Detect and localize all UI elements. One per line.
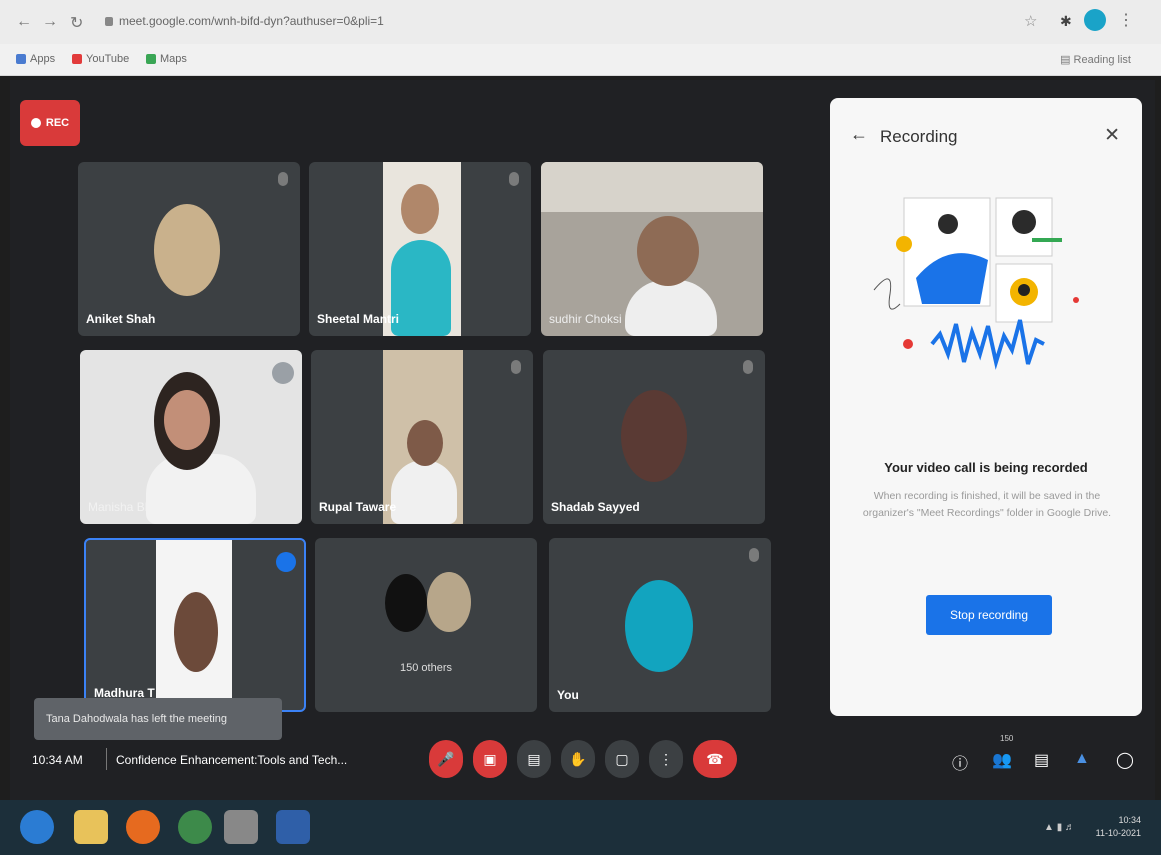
- person: [391, 240, 451, 336]
- url-text: meet.google.com/wnh-bifd-dyn?authuser=0&…: [119, 14, 384, 28]
- clock-time: 10:34 AM: [32, 753, 83, 767]
- word-icon[interactable]: [276, 810, 310, 844]
- profile-icon[interactable]: [1084, 9, 1106, 31]
- meet-bottom-bar: 10:34 AM Confidence Enhancement:Tools an…: [10, 734, 1155, 800]
- divider: [106, 748, 107, 770]
- person: [625, 280, 717, 336]
- avatar: [427, 572, 471, 632]
- recording-heading: Your video call is being recorded: [884, 460, 1088, 475]
- meeting-title[interactable]: Confidence Enhancement:Tools and Tech...: [116, 753, 347, 767]
- self-avatar: [625, 580, 693, 672]
- recording-panel: ← Recording ✕ Your video call is being r…: [830, 98, 1142, 716]
- participant-tile[interactable]: Rupal Taware: [311, 350, 533, 524]
- back-arrow-icon[interactable]: ←: [850, 124, 868, 145]
- activities-icon[interactable]: ▲: [1074, 750, 1090, 768]
- stop-recording-button[interactable]: Stop recording: [926, 595, 1052, 635]
- reload-icon[interactable]: ↻: [70, 13, 83, 33]
- speaker-indicator-icon: [272, 362, 294, 384]
- security-icon[interactable]: ◯: [1116, 750, 1134, 770]
- participant-tile[interactable]: sudhir Choksi: [541, 162, 763, 336]
- participant-name: sudhir Choksi: [549, 312, 622, 326]
- more-options-icon[interactable]: [276, 552, 296, 572]
- menu-icon[interactable]: ⋮: [1118, 10, 1134, 30]
- bookmark-maps[interactable]: Maps: [146, 53, 187, 65]
- more-options-button[interactable]: ⋮: [649, 740, 683, 778]
- raise-hand-button[interactable]: ✋: [561, 740, 595, 778]
- participant-name: Shadab Sayyed: [551, 500, 640, 514]
- mic-muted-icon: [511, 360, 521, 374]
- participant-name: Sheetal Mantri: [317, 312, 400, 326]
- close-icon[interactable]: ✕: [1104, 124, 1120, 147]
- recording-description: When recording is finished, it will be s…: [862, 490, 1112, 519]
- participant-name: Manisha Bhati: [88, 500, 165, 514]
- participant-tile[interactable]: Shadab Sayyed: [543, 350, 765, 524]
- participant-tile[interactable]: 150 others: [315, 538, 537, 712]
- present-button[interactable]: ▢: [605, 740, 639, 778]
- mic-muted-icon: [749, 548, 759, 562]
- avatar: [621, 390, 687, 482]
- person-face: [164, 390, 210, 450]
- mic-muted-icon: [743, 360, 753, 374]
- participant-tile[interactable]: You: [549, 538, 771, 712]
- chrome-active-icon[interactable]: [224, 810, 258, 844]
- person-head: [407, 420, 443, 466]
- bookmarks-bar: Apps YouTube Maps ▤ Reading list: [0, 44, 1161, 76]
- person-head: [637, 216, 699, 286]
- person: [391, 460, 457, 524]
- address-bar[interactable]: meet.google.com/wnh-bifd-dyn?authuser=0&…: [105, 14, 384, 28]
- browser-toolbar: ← → ↻ meet.google.com/wnh-bifd-dyn?authu…: [0, 0, 1161, 44]
- participant-tile[interactable]: Manisha Bhati: [80, 350, 302, 524]
- lock-icon: [105, 17, 113, 27]
- taskbar-clock[interactable]: 10:34 11-10-2021: [1096, 814, 1141, 840]
- people-icon[interactable]: 👥: [992, 750, 1012, 770]
- recording-illustration: [873, 197, 1079, 370]
- participant-tile[interactable]: Sheetal Mantri: [309, 162, 531, 336]
- rec-badge: REC: [20, 100, 80, 146]
- participant-name: You: [557, 688, 579, 702]
- mic-muted-icon: [278, 172, 288, 186]
- participant-tile[interactable]: Aniket Shah: [78, 162, 300, 336]
- file-explorer-icon[interactable]: [74, 810, 108, 844]
- participant-tile[interactable]: Madhura T: [84, 538, 306, 712]
- reading-list[interactable]: ▤ Reading list: [1060, 53, 1131, 66]
- avatar: [385, 574, 427, 632]
- panel-title: Recording: [880, 127, 958, 146]
- extensions-icon[interactable]: ✱: [1060, 13, 1072, 30]
- back-icon[interactable]: ←: [16, 13, 32, 31]
- bookmark-youtube[interactable]: YouTube: [72, 53, 129, 65]
- participant-name: Aniket Shah: [86, 312, 156, 326]
- captions-button[interactable]: ▤: [517, 740, 551, 778]
- firefox-icon[interactable]: [126, 810, 160, 844]
- star-icon[interactable]: ☆: [1024, 12, 1037, 30]
- record-dot-icon: [30, 118, 41, 128]
- meeting-toast: Tana Dahodwala has left the meeting: [34, 698, 282, 740]
- chrome-icon[interactable]: [178, 810, 212, 844]
- camera-off-button[interactable]: ▣: [473, 740, 507, 778]
- participant-name: Rupal Taware: [319, 500, 397, 514]
- participant-count: 150: [1000, 734, 1014, 743]
- start-icon[interactable]: [20, 810, 54, 844]
- person-head: [401, 184, 439, 234]
- maps-icon: [146, 54, 156, 64]
- system-tray-icons[interactable]: ▲ ▮ ♬: [1044, 822, 1075, 833]
- avatar: [154, 204, 220, 296]
- bookmark-apps[interactable]: Apps: [16, 53, 55, 65]
- leave-call-button[interactable]: ☎: [693, 740, 737, 778]
- mic-off-button[interactable]: 🎤: [429, 740, 463, 778]
- forward-icon[interactable]: →: [42, 13, 58, 31]
- mic-muted-icon: [509, 172, 519, 186]
- info-icon[interactable]: ⓘ: [952, 750, 968, 774]
- others-count-label: 150 others: [400, 662, 452, 674]
- youtube-icon: [72, 54, 82, 64]
- video-feed: [541, 162, 763, 212]
- apps-icon: [16, 54, 26, 64]
- person-head: [174, 592, 218, 672]
- windows-taskbar: ▲ ▮ ♬ 10:34 11-10-2021: [0, 800, 1161, 855]
- chat-icon[interactable]: ▤: [1034, 750, 1049, 770]
